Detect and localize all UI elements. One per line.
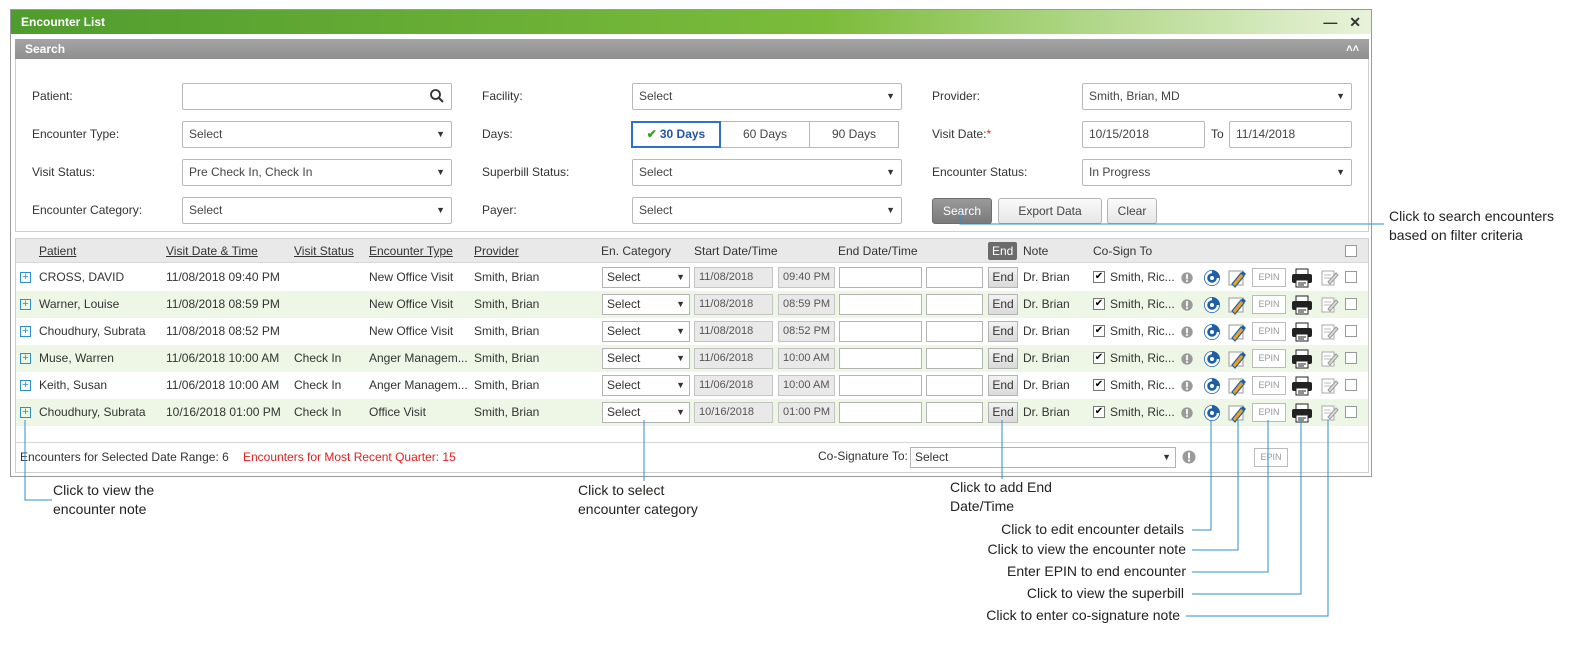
callout-view-note-line1: Click to view the (53, 482, 155, 498)
callout-epin: Enter EPIN to end encounter (1007, 563, 1186, 579)
line-view-note (24, 420, 52, 501)
days-30-label: 30 Days (659, 127, 706, 141)
callout-view-note2: Click to view the encounter note (987, 541, 1186, 557)
callout-search-line1: Click to search encounters (1389, 208, 1554, 224)
callout-end: Click to add End Date/Time (950, 478, 1052, 516)
line-search (959, 212, 1384, 225)
callout-view-note-line2: encounter note (53, 501, 147, 517)
line-epin (1192, 420, 1269, 573)
callout-search: Click to search encounters based on filt… (1389, 207, 1554, 245)
line-superbill (1192, 420, 1302, 595)
line-cosign (1186, 420, 1329, 617)
check-icon: ✔ (646, 127, 657, 141)
callout-category: Click to select encounter category (578, 481, 698, 519)
callout-cosign: Click to enter co-signature note (986, 607, 1180, 623)
callout-view-note: Click to view the encounter note (53, 481, 154, 519)
days-30-button[interactable]: ✔ 30 Days (631, 121, 721, 148)
callout-end-line1: Click to add End (950, 479, 1052, 495)
callout-superbill: Click to view the superbill (1026, 585, 1184, 601)
callout-search-line2: based on filter criteria (1389, 227, 1523, 243)
callout-category-line1: Click to select (578, 482, 665, 498)
callout-category-line2: encounter category (578, 501, 698, 517)
callout-lines (24, 212, 1384, 617)
callout-end-line2: Date/Time (950, 498, 1015, 514)
callout-edit: Click to edit encounter details (1001, 521, 1184, 537)
line-edit (1192, 420, 1212, 531)
